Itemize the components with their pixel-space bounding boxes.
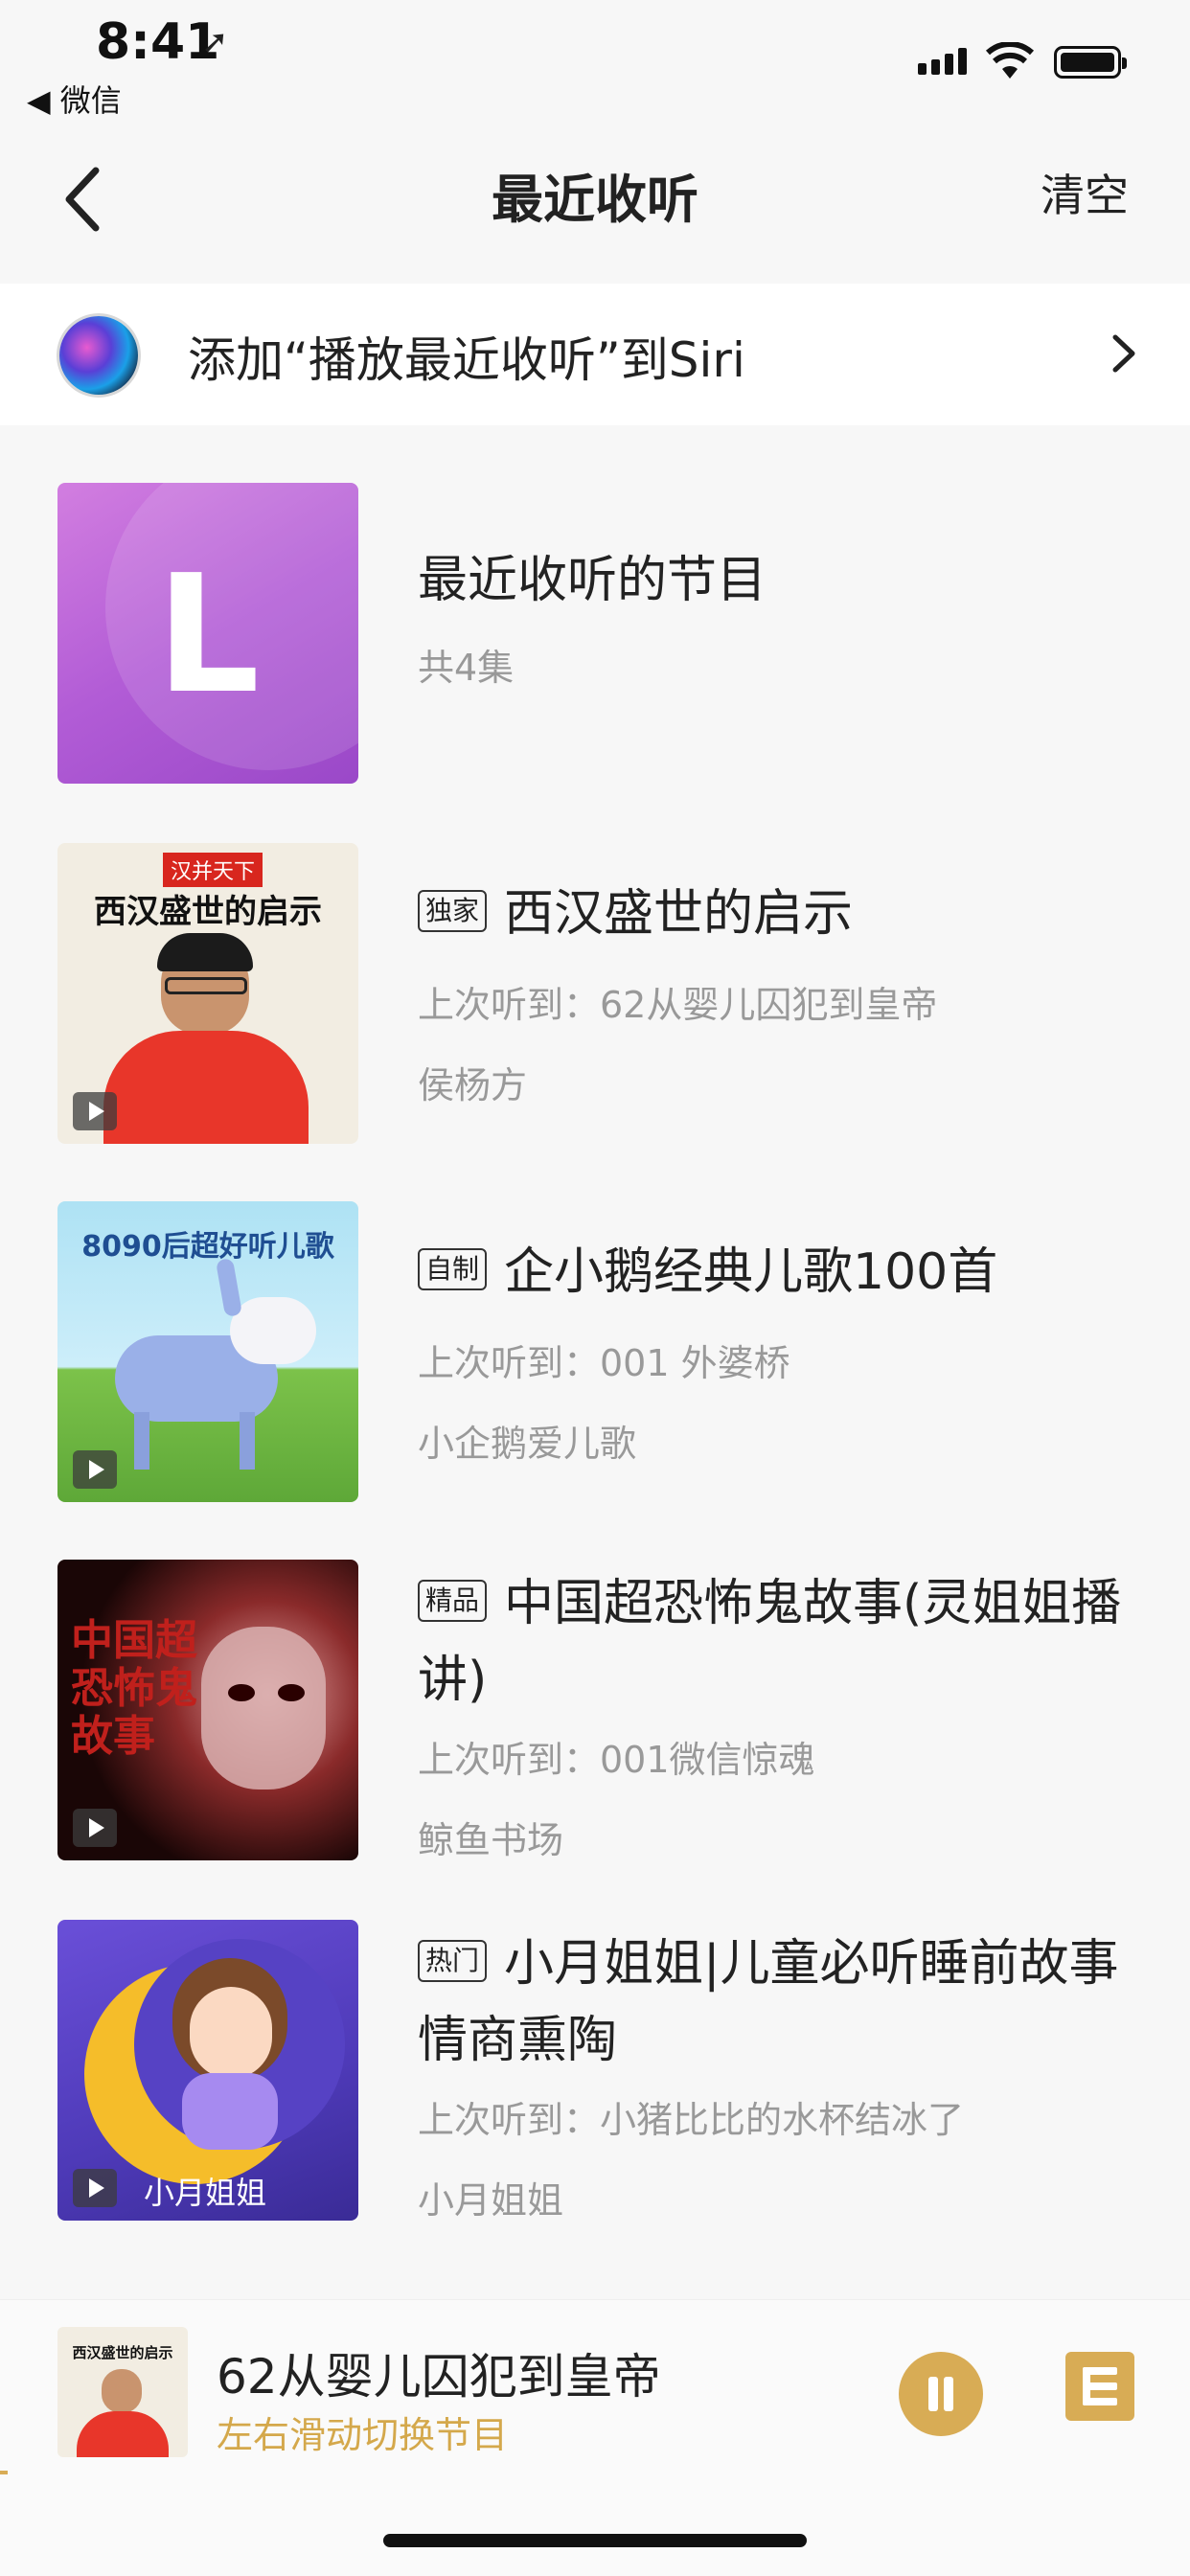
home-indicator[interactable] (383, 2534, 807, 2547)
battery-icon (1054, 46, 1127, 79)
recent-cover: L (57, 483, 358, 784)
progress-indicator (0, 2471, 8, 2474)
wifi-icon (985, 42, 1035, 79)
program-author: 鲸鱼书场 (418, 1819, 564, 1861)
list-item[interactable]: 汉并天下 西汉盛世的启示 独家 西汉盛世的启示 上次听到：62从婴儿囚犯到皇帝 侯… (0, 843, 1190, 1144)
program-title-row: 自制 企小鹅经典儿歌100首 (418, 1234, 1146, 1311)
last-played: 上次听到：001微信惊魂 (418, 1739, 815, 1781)
list-item[interactable]: 中国超恐怖鬼故事 精品 中国超恐怖鬼故事(灵姐姐播讲) 上次听到：001微信惊魂 … (0, 1560, 1190, 1943)
cellular-signal-icon (918, 48, 972, 75)
last-played: 上次听到：62从婴儿囚犯到皇帝 (418, 984, 938, 1026)
program-tag: 热门 (418, 1940, 488, 1982)
program-title: 小月姐姐|儿童必听睡前故事情商熏陶 (418, 1935, 1119, 2069)
player-title: 62从婴儿囚犯到皇帝 (217, 2349, 661, 2405)
program-cover: 中国超恐怖鬼故事 (57, 1560, 358, 1860)
program-cover: 8090后超好听儿歌 (57, 1201, 358, 1502)
play-badge-icon (73, 2169, 117, 2207)
play-badge-icon (73, 1092, 117, 1130)
playlist-button[interactable] (1065, 2352, 1134, 2421)
siri-icon (59, 316, 138, 395)
program-title-row: 热门 小月姐姐|儿童必听睡前故事情商熏陶 (418, 1926, 1146, 2079)
list-item[interactable]: 8090后超好听儿歌 自制 企小鹅经典儿歌100首 上次听到：001 外婆桥 小企… (0, 1201, 1190, 1502)
pause-icon (928, 2377, 938, 2411)
cover-top-label: 汉并天下 (163, 853, 263, 887)
program-title-row: 独家 西汉盛世的启示 (418, 876, 1146, 952)
siri-row-label: 添加“播放最近收听”到Siri (188, 332, 745, 388)
page-title: 最近收听 (492, 170, 698, 230)
recent-title: 最近收听的节目 (418, 552, 767, 609)
location-arrow-icon: ➚ (201, 23, 229, 61)
cover-title-text: 8090后超好听儿歌 (81, 1230, 334, 1264)
cover-title-text: 西汉盛世的启示 (94, 893, 322, 931)
program-title: 中国超恐怖鬼故事(灵姐姐播讲) (418, 1575, 1122, 1709)
player-cover: 西汉盛世的启示 (57, 2327, 188, 2457)
program-author: 小企鹅爱儿歌 (418, 1423, 637, 1465)
player-cover-text: 西汉盛世的启示 (72, 2344, 173, 2361)
program-title: 企小鹅经典儿歌100首 (504, 1243, 998, 1301)
navigation-bar: 最近收听 清空 (0, 134, 1190, 278)
status-bar: 8:41 ➚ ◀ 微信 (0, 0, 1190, 134)
recent-count: 共4集 (418, 647, 515, 689)
list-item[interactable]: 小月姐姐 热门 小月姐姐|儿童必听睡前故事情商熏陶 上次听到：小猪比比的水杯结冰了… (0, 1920, 1190, 2265)
program-tag: 精品 (418, 1580, 488, 1622)
program-tag: 独家 (418, 890, 488, 932)
program-cover: 汉并天下 西汉盛世的启示 (57, 843, 358, 1144)
recent-cover-letter: L (155, 540, 261, 730)
last-played: 上次听到：001 外婆桥 (418, 1342, 790, 1384)
program-author: 侯杨方 (418, 1064, 528, 1106)
recent-programs-item[interactable]: L 最近收听的节目 共4集 (0, 483, 1190, 784)
last-played: 上次听到：小猪比比的水杯结冰了 (418, 2099, 965, 2141)
player-hint: 左右滑动切换节目 (217, 2414, 509, 2456)
play-badge-icon (73, 1450, 117, 1489)
program-tag: 自制 (418, 1248, 488, 1290)
cover-title-text: 中国超恐怖鬼故事 (71, 1616, 197, 1761)
program-author: 小月姐姐 (418, 2179, 564, 2222)
program-cover: 小月姐姐 (57, 1920, 358, 2221)
clear-button[interactable]: 清空 (1041, 161, 1129, 224)
chevron-right-icon (1112, 334, 1135, 373)
add-to-siri-row[interactable]: 添加“播放最近收听”到Siri (0, 284, 1190, 425)
cover-title-text: 小月姐姐 (144, 2175, 267, 2211)
program-title-row: 精品 中国超恐怖鬼故事(灵姐姐播讲) (418, 1565, 1146, 1719)
back-to-app-link[interactable]: ◀ 微信 (27, 77, 122, 121)
play-badge-icon (73, 1809, 117, 1847)
program-title: 西汉盛世的启示 (504, 885, 854, 943)
pause-button[interactable] (899, 2352, 983, 2436)
